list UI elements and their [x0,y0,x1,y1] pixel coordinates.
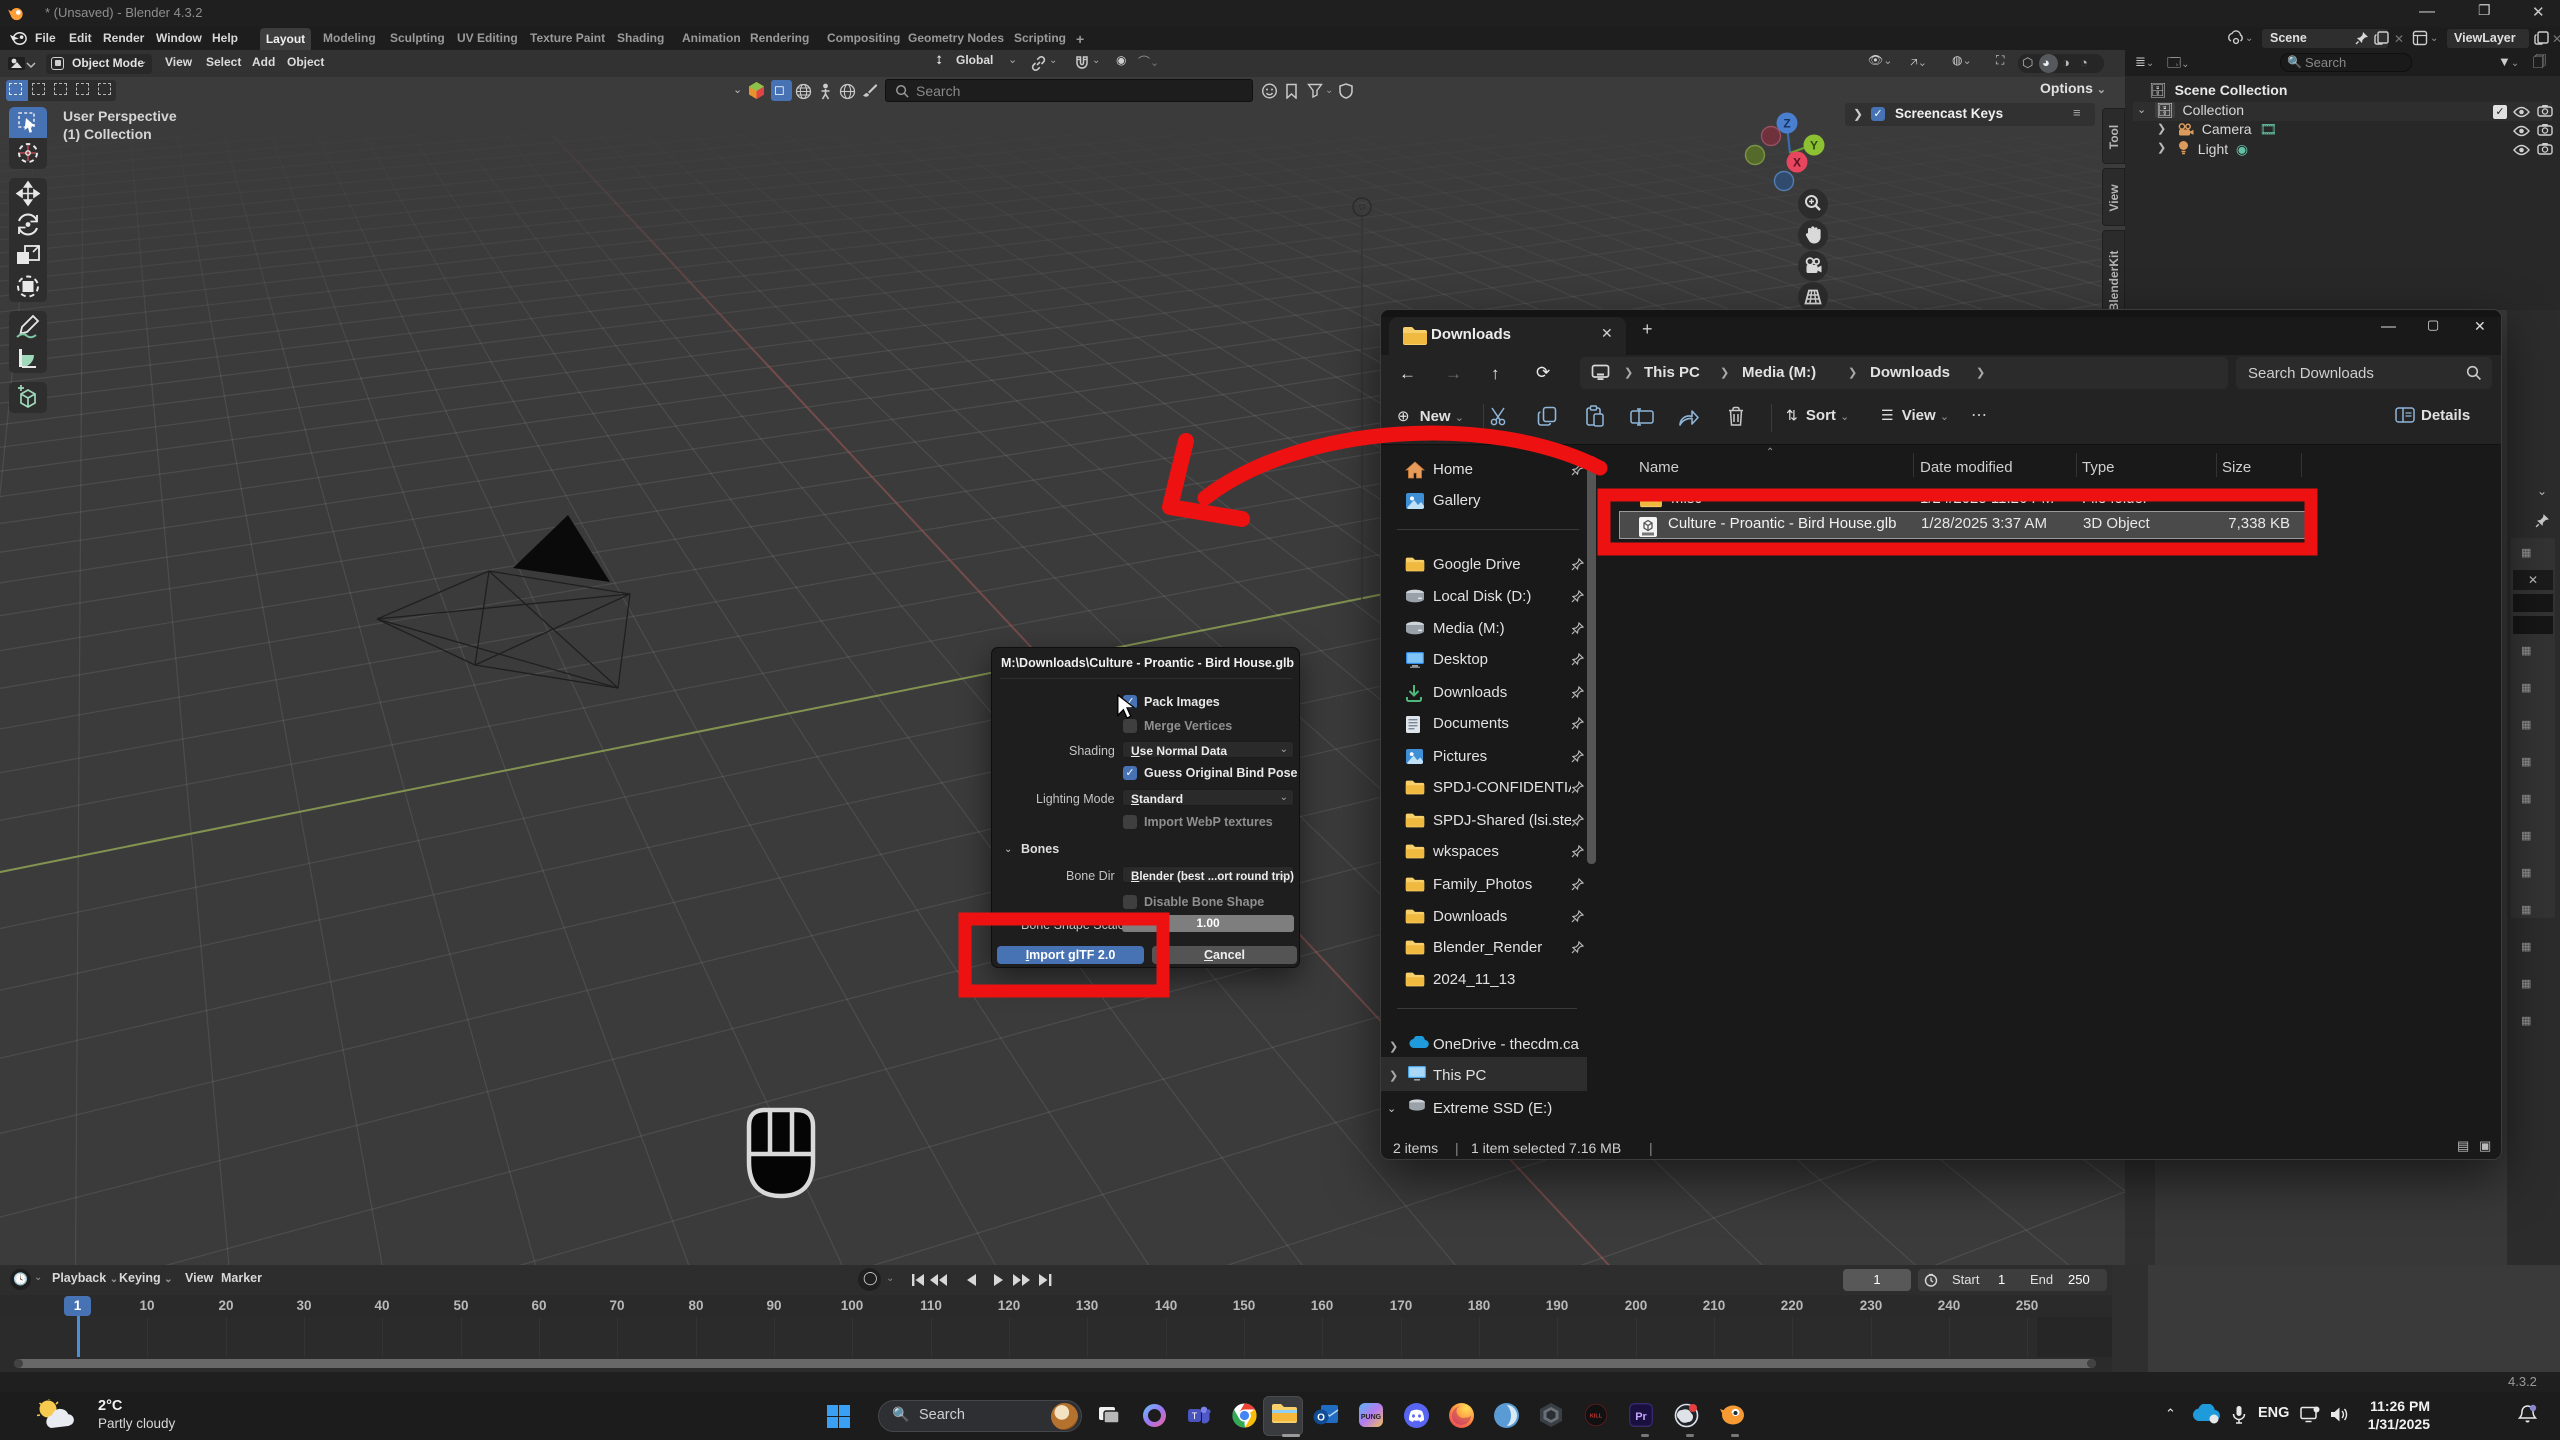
svg-text:Y: Y [1810,139,1818,153]
svg-text:Z: Z [1783,117,1790,131]
svg-text:Pr: Pr [1635,1411,1647,1423]
svg-text:O: O [1317,1413,1325,1424]
svg-text:KILL: KILL [1590,1414,1603,1420]
svg-text:X: X [1793,156,1801,170]
svg-text:PUNG: PUNG [1361,1414,1382,1421]
svg-text:T: T [1192,1411,1198,1421]
